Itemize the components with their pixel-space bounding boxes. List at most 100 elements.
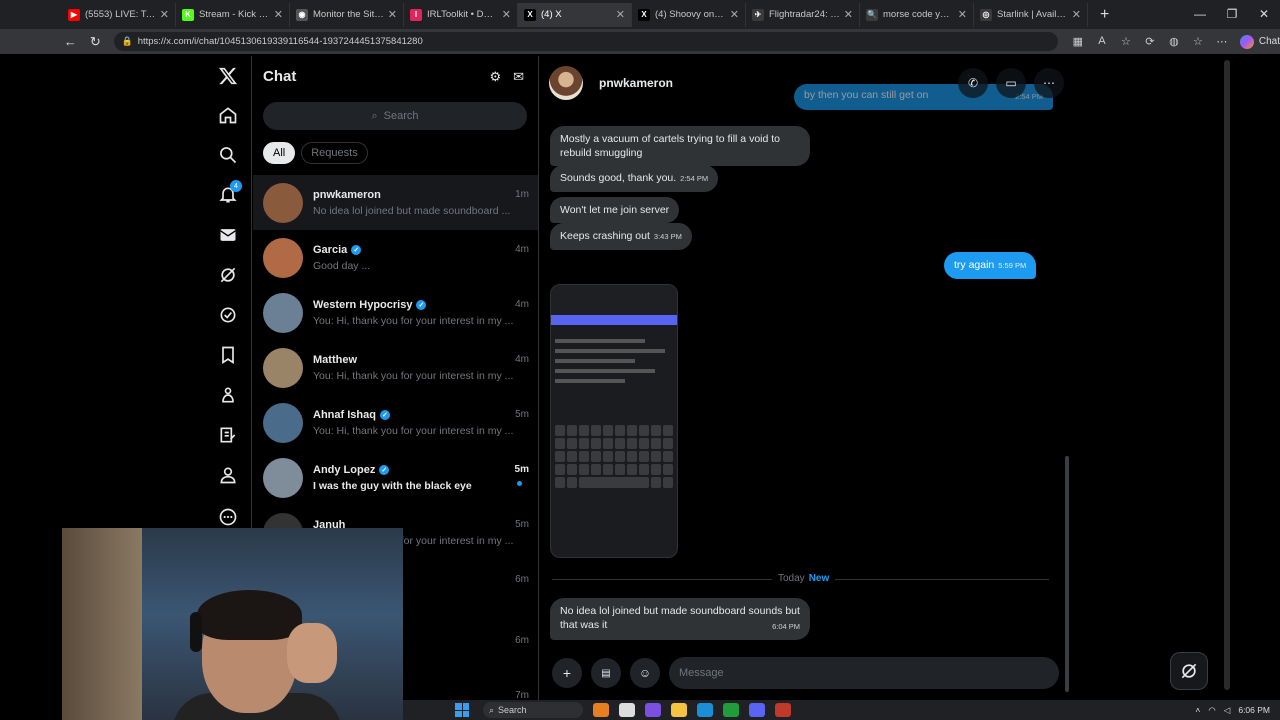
collections-icon[interactable]: ☆ (1186, 35, 1210, 48)
reload-icon[interactable]: ↻ (83, 34, 108, 50)
tab-title: IRLToolkit • Dashboard (427, 9, 498, 20)
phone-call-icon[interactable]: ✆ (958, 68, 988, 98)
taskbar-search[interactable]: ⌕ Search (483, 702, 583, 718)
home-icon[interactable] (216, 103, 240, 127)
minimize-icon[interactable]: — (1184, 0, 1216, 29)
conversation-item[interactable]: Garcia ✓ 4m Good day ... (253, 230, 538, 285)
back-icon[interactable]: ← (58, 34, 83, 49)
browser-tab[interactable]: ▶ (5553) LIVE: Tel Aviv ✕ (62, 2, 176, 27)
lock-icon: 🔒 (121, 36, 133, 46)
divider-text: Today (778, 573, 805, 584)
tab-close-icon[interactable]: ✕ (958, 8, 967, 21)
filter-requests[interactable]: Requests (301, 142, 368, 164)
page-scrollbar-thumb[interactable] (1224, 60, 1230, 690)
browser-tab[interactable]: I IRLToolkit • Dashboard ✕ (404, 2, 518, 27)
date-divider-label: Today New (772, 573, 836, 584)
more-menu-icon[interactable] (216, 505, 240, 529)
browser-tab[interactable]: X (4) X ✕ (518, 2, 632, 27)
browser-tab[interactable]: K Stream - Kick Dashboard ✕ (176, 2, 290, 27)
bookmarks-icon[interactable] (216, 343, 240, 367)
tab-close-icon[interactable]: ✕ (502, 8, 511, 21)
add-attachment-icon[interactable]: + (552, 658, 582, 688)
video-call-icon[interactable]: ▭ (996, 68, 1026, 98)
tab-title: Starlink | Availability (997, 9, 1068, 20)
tab-close-icon[interactable]: ✕ (1072, 8, 1081, 21)
taskbar-app-icon[interactable] (619, 703, 635, 717)
tab-close-icon[interactable]: ✕ (730, 8, 739, 21)
verified-badge-icon: ✓ (351, 244, 362, 255)
taskbar-app-icon[interactable] (645, 703, 661, 717)
windows-start-icon[interactable] (455, 703, 469, 717)
discord-icon[interactable] (749, 703, 765, 717)
attachment-header (551, 285, 677, 315)
edge-icon[interactable] (697, 703, 713, 717)
emoji-icon[interactable]: ☺ (630, 658, 660, 688)
profile-nav-icon[interactable] (216, 463, 240, 487)
more-options-icon[interactable]: ⋯ (1034, 68, 1064, 98)
taskbar-app-icon[interactable] (593, 703, 609, 717)
reading-view-icon[interactable]: ▦ (1066, 35, 1090, 48)
clock[interactable]: 6:06 PM (1238, 705, 1270, 715)
messages-icon[interactable] (216, 223, 240, 247)
avatar[interactable] (549, 66, 583, 100)
taskbar-app-icon[interactable] (775, 703, 791, 717)
x-logo-icon[interactable] (216, 64, 240, 88)
explore-icon[interactable] (216, 143, 240, 167)
tab-favicon-icon: ✈ (752, 8, 764, 21)
folder-icon[interactable] (671, 703, 687, 717)
browser-tab[interactable]: ✈ Flightradar24: Live F ✕ (746, 2, 860, 27)
notifications-icon[interactable]: 4 (216, 180, 242, 207)
conversation-name[interactable]: pnwkameron (599, 76, 673, 90)
tab-close-icon[interactable]: ✕ (388, 8, 397, 21)
conversation-scrollbar[interactable] (1065, 456, 1069, 692)
browser-toolbar-icons: ▦ A ☆ ⟳ ◍ ☆ ⋯ (1066, 35, 1234, 48)
articles-icon[interactable] (216, 423, 240, 447)
conversation-item[interactable]: Matthew 4m You: Hi, thank you for your int… (253, 340, 538, 395)
webcam-overlay (62, 528, 403, 720)
grok-floating-icon[interactable] (1170, 652, 1208, 690)
xbox-icon[interactable] (723, 703, 739, 717)
new-message-icon[interactable]: ✉ (513, 69, 524, 85)
conversation-item[interactable]: Western Hypocrisy ✓ 4m You: Hi, thank you f… (253, 285, 538, 340)
url-field[interactable]: 🔒 https://x.com/i/chat/10451306193391165… (113, 32, 1058, 51)
jobs-icon[interactable] (216, 383, 240, 407)
browser-tab[interactable]: X (4) Shoovy on X: "Jo ✕ (632, 2, 746, 27)
chat-search-input[interactable]: ⌕ Search (263, 102, 527, 130)
conversation-info: Matthew 4m You: Hi, thank you for your int… (313, 354, 538, 382)
copilot-button[interactable]: Chat (1239, 34, 1280, 49)
wifi-icon[interactable]: ◠ (1208, 705, 1215, 716)
extensions-icon[interactable]: ⟳ (1138, 35, 1162, 48)
volume-icon[interactable]: ◁ (1224, 705, 1231, 716)
message-input[interactable] (669, 657, 1059, 689)
restore-icon[interactable]: ❐ (1216, 0, 1248, 29)
close-window-icon[interactable]: ✕ (1248, 0, 1280, 29)
browser-tab[interactable]: 🔍 morse code yes - Se ✕ (860, 2, 974, 27)
browser-tab[interactable]: ◎ Starlink | Availability ✕ (974, 2, 1088, 27)
conversation-item[interactable]: pnwkameron 1m No idea lol joined but made … (253, 175, 538, 230)
more-icon[interactable]: ⋯ (1210, 35, 1234, 48)
tab-close-icon[interactable]: ✕ (160, 8, 169, 21)
search-icon: ⌕ (489, 704, 495, 715)
message-text: Sounds good, thank you. (560, 172, 677, 184)
favorite-star-icon[interactable]: ☆ (1114, 35, 1138, 48)
filter-all[interactable]: All (263, 142, 296, 164)
tab-close-icon[interactable]: ✕ (844, 8, 853, 21)
tray-chevron-icon[interactable]: ˄ (1195, 705, 1200, 715)
page-scrollbar[interactable] (1222, 56, 1232, 700)
conversation-item[interactable]: Andy Lopez ✓ 5m I was the guy with the blac… (253, 450, 538, 505)
image-attachment[interactable] (550, 284, 678, 558)
browser-tab[interactable]: ◉ Monitor the Situation ✕ (290, 2, 404, 27)
read-aloud-icon[interactable]: A (1090, 35, 1114, 48)
message-time: 3:43 PM (653, 232, 682, 241)
conversation-item[interactable]: Ahnaf Ishaq ✓ 5m You: Hi, thank you for you… (253, 395, 538, 450)
tab-close-icon[interactable]: ✕ (274, 8, 283, 21)
grok-icon[interactable] (216, 263, 240, 287)
message-bubble-incoming: Mostly a vacuum of cartels trying to fil… (550, 126, 810, 166)
gif-icon[interactable]: ▤ (591, 658, 621, 688)
settings-gear-icon[interactable]: ⚙ (489, 69, 501, 85)
chat-list-actions: ⚙ ✉ (489, 69, 524, 85)
tab-close-icon[interactable]: ✕ (616, 8, 625, 21)
new-tab-icon[interactable]: + (1100, 6, 1109, 24)
verified-icon[interactable] (216, 303, 240, 327)
profile-icon[interactable]: ◍ (1162, 35, 1186, 48)
